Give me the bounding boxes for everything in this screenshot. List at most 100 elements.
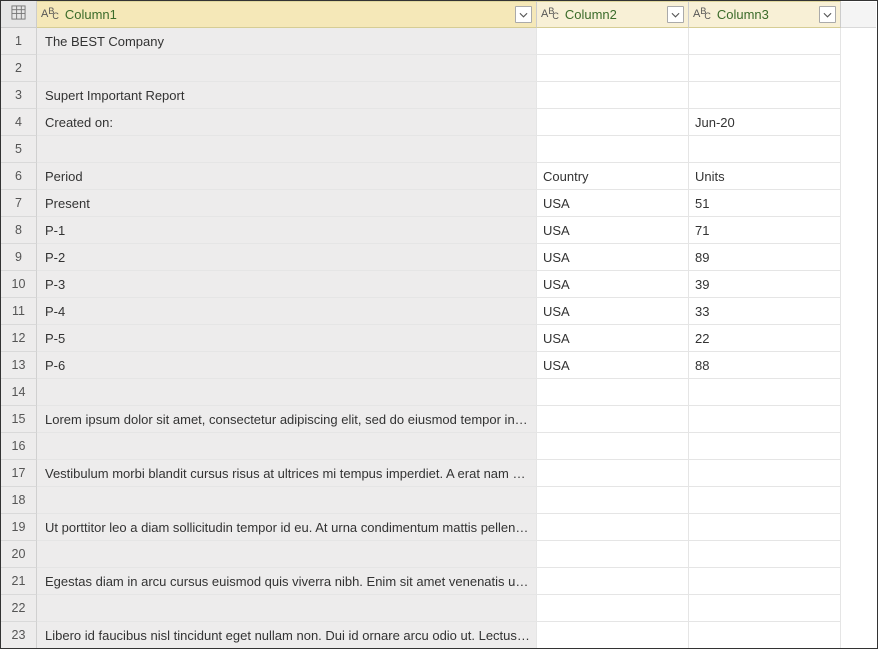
cell-column2[interactable] xyxy=(537,379,689,406)
cell-column1[interactable]: Supert Important Report xyxy=(37,82,537,109)
row-number[interactable]: 2 xyxy=(1,55,37,82)
row-number[interactable]: 18 xyxy=(1,487,37,514)
cell-column2[interactable]: USA xyxy=(537,217,689,244)
column-header-2[interactable]: ABC Column2 xyxy=(537,1,689,28)
cell-column1[interactable] xyxy=(37,487,537,514)
cell-column3[interactable] xyxy=(689,55,841,82)
cell-column3[interactable] xyxy=(689,136,841,163)
cell-column1[interactable]: P-2 xyxy=(37,244,537,271)
cell-column2[interactable]: USA xyxy=(537,352,689,379)
cell-column1[interactable]: Egestas diam in arcu cursus euismod quis… xyxy=(37,568,537,595)
cell-column1[interactable] xyxy=(37,541,537,568)
cell-column3[interactable]: 39 xyxy=(689,271,841,298)
cell-column3[interactable]: Jun-20 xyxy=(689,109,841,136)
row-number[interactable]: 9 xyxy=(1,244,37,271)
cell-column2[interactable] xyxy=(537,487,689,514)
cell-column2[interactable] xyxy=(537,28,689,55)
row-number[interactable]: 23 xyxy=(1,622,37,649)
cell-column2[interactable] xyxy=(537,55,689,82)
cell-column3[interactable]: Units xyxy=(689,163,841,190)
cell-column2[interactable]: USA xyxy=(537,298,689,325)
cell-column3[interactable] xyxy=(689,460,841,487)
row-number[interactable]: 21 xyxy=(1,568,37,595)
cell-column2[interactable]: USA xyxy=(537,190,689,217)
row-number[interactable]: 8 xyxy=(1,217,37,244)
cell-column1[interactable] xyxy=(37,595,537,622)
cell-column3[interactable]: 88 xyxy=(689,352,841,379)
cell-column3[interactable]: 89 xyxy=(689,244,841,271)
row-number[interactable]: 13 xyxy=(1,352,37,379)
cell-column3[interactable] xyxy=(689,622,841,649)
cell-column3[interactable] xyxy=(689,379,841,406)
cell-column2[interactable] xyxy=(537,109,689,136)
cell-column3[interactable]: 71 xyxy=(689,217,841,244)
cell-column2[interactable] xyxy=(537,568,689,595)
cell-column1[interactable]: Ut porttitor leo a diam sollicitudin tem… xyxy=(37,514,537,541)
row-number[interactable]: 10 xyxy=(1,271,37,298)
cell-column1[interactable] xyxy=(37,379,537,406)
column-header-1[interactable]: ABC Column1 xyxy=(37,1,537,28)
cell-column2[interactable] xyxy=(537,541,689,568)
cell-column3[interactable]: 22 xyxy=(689,325,841,352)
row-number[interactable]: 22 xyxy=(1,595,37,622)
cell-column3[interactable] xyxy=(689,568,841,595)
row-number[interactable]: 5 xyxy=(1,136,37,163)
cell-column2[interactable] xyxy=(537,622,689,649)
cell-value: Egestas diam in arcu cursus euismod quis… xyxy=(43,574,530,589)
cell-column1[interactable] xyxy=(37,433,537,460)
cell-column2[interactable]: USA xyxy=(537,325,689,352)
cell-column2[interactable] xyxy=(537,514,689,541)
filter-dropdown-button[interactable] xyxy=(667,6,684,23)
row-number[interactable]: 1 xyxy=(1,28,37,55)
cell-column1[interactable] xyxy=(37,55,537,82)
row-number[interactable]: 15 xyxy=(1,406,37,433)
cell-column3[interactable] xyxy=(689,514,841,541)
cell-column3[interactable] xyxy=(689,433,841,460)
cell-column1[interactable]: P-6 xyxy=(37,352,537,379)
cell-column2[interactable] xyxy=(537,82,689,109)
cell-column1[interactable]: P-1 xyxy=(37,217,537,244)
row-number[interactable]: 14 xyxy=(1,379,37,406)
cell-column2[interactable]: USA xyxy=(537,244,689,271)
cell-column1[interactable]: Created on: xyxy=(37,109,537,136)
row-number[interactable]: 6 xyxy=(1,163,37,190)
filter-dropdown-button[interactable] xyxy=(515,6,532,23)
filter-dropdown-button[interactable] xyxy=(819,6,836,23)
cell-column3[interactable] xyxy=(689,541,841,568)
cell-column3[interactable] xyxy=(689,82,841,109)
cell-column3[interactable] xyxy=(689,595,841,622)
cell-column1[interactable]: P-3 xyxy=(37,271,537,298)
cell-column3[interactable] xyxy=(689,406,841,433)
cell-column2[interactable] xyxy=(537,406,689,433)
cell-column3[interactable] xyxy=(689,487,841,514)
cell-column2[interactable] xyxy=(537,136,689,163)
row-number[interactable]: 4 xyxy=(1,109,37,136)
cell-column1[interactable]: P-5 xyxy=(37,325,537,352)
cell-column1[interactable]: Period xyxy=(37,163,537,190)
cell-column1[interactable]: Present xyxy=(37,190,537,217)
select-all-corner[interactable] xyxy=(1,1,37,28)
cell-column1[interactable]: Vestibulum morbi blandit cursus risus at… xyxy=(37,460,537,487)
cell-column1[interactable]: P-4 xyxy=(37,298,537,325)
cell-column3[interactable]: 33 xyxy=(689,298,841,325)
row-number[interactable]: 11 xyxy=(1,298,37,325)
column-header-3[interactable]: ABC Column3 xyxy=(689,1,841,28)
cell-column1[interactable]: Libero id faucibus nisl tincidunt eget n… xyxy=(37,622,537,649)
row-number[interactable]: 17 xyxy=(1,460,37,487)
cell-column2[interactable] xyxy=(537,433,689,460)
cell-column3[interactable] xyxy=(689,28,841,55)
cell-column1[interactable] xyxy=(37,136,537,163)
cell-column2[interactable] xyxy=(537,460,689,487)
cell-column1[interactable]: Lorem ipsum dolor sit amet, consectetur … xyxy=(37,406,537,433)
cell-column1[interactable]: The BEST Company xyxy=(37,28,537,55)
row-number[interactable]: 7 xyxy=(1,190,37,217)
cell-column2[interactable]: USA xyxy=(537,271,689,298)
row-number[interactable]: 12 xyxy=(1,325,37,352)
row-number[interactable]: 3 xyxy=(1,82,37,109)
row-number[interactable]: 19 xyxy=(1,514,37,541)
row-number[interactable]: 20 xyxy=(1,541,37,568)
row-number[interactable]: 16 xyxy=(1,433,37,460)
cell-column2[interactable] xyxy=(537,595,689,622)
cell-column3[interactable]: 51 xyxy=(689,190,841,217)
cell-column2[interactable]: Country xyxy=(537,163,689,190)
